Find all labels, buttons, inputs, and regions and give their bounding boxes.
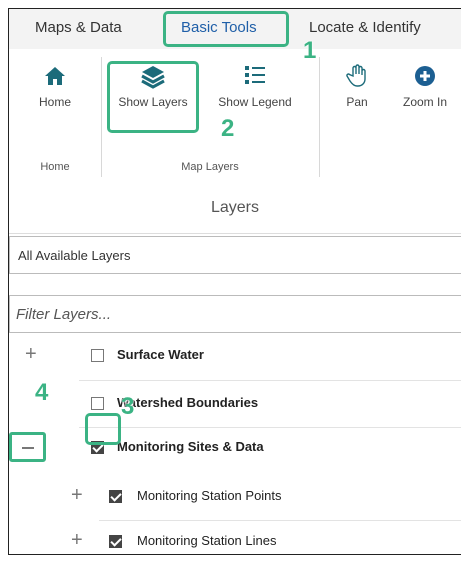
ribbon-toolbar: Home Home Show Layers Show Legend Map La…	[9, 49, 461, 184]
layer-label: Monitoring Station Points	[137, 488, 282, 503]
zoom-in-icon	[415, 66, 435, 86]
tab-maps-data[interactable]: Maps & Data	[35, 19, 122, 36]
pan-button[interactable]: Pan	[335, 61, 379, 109]
tree-row-surface-water: + Surface Water	[9, 333, 461, 379]
layers-icon	[141, 66, 165, 89]
pan-label: Pan	[346, 95, 368, 109]
expand-icon[interactable]: +	[71, 529, 83, 552]
filter-layers-input[interactable]: Filter Layers...	[9, 295, 461, 333]
ribbon-tab-bar: Maps & Data Basic Tools Locate & Identif…	[9, 9, 461, 49]
hand-icon	[346, 64, 366, 87]
tree-row-monitoring-sites: Monitoring Sites & Data	[9, 425, 461, 471]
home-button[interactable]: Home	[21, 61, 89, 109]
home-icon	[45, 67, 65, 85]
legend-icon	[245, 66, 265, 84]
show-layers-label: Show Layers	[118, 95, 188, 109]
layer-label: Watershed Boundaries	[117, 395, 259, 410]
layer-label: Monitoring Sites & Data	[117, 439, 264, 454]
tree-row-station-lines: + Monitoring Station Lines	[9, 519, 461, 554]
layer-checkbox[interactable]	[91, 397, 104, 410]
layer-label: Monitoring Station Lines	[137, 533, 277, 548]
layers-panel-title: Layers	[9, 183, 461, 233]
home-group: Home Home	[9, 57, 102, 177]
tab-basic-tools[interactable]: Basic Tools	[181, 19, 257, 36]
layer-checkbox-checked[interactable]	[91, 441, 104, 454]
layer-checkbox-checked[interactable]	[109, 490, 122, 503]
app-window: Maps & Data Basic Tools Locate & Identif…	[8, 8, 461, 555]
divider	[9, 233, 461, 234]
layer-label: Surface Water	[117, 347, 204, 362]
tree-row-watershed-boundaries: Watershed Boundaries	[9, 381, 461, 427]
show-legend-button[interactable]: Show Legend	[209, 61, 301, 109]
tab-locate-identify[interactable]: Locate & Identify	[309, 19, 421, 36]
layer-checkbox-checked[interactable]	[109, 535, 122, 548]
zoom-in-label: Zoom In	[402, 95, 447, 109]
map-layers-group: Show Layers Show Legend Map Layers	[101, 57, 320, 177]
show-layers-button[interactable]: Show Layers	[113, 61, 193, 109]
map-layers-group-label: Map Layers	[181, 161, 239, 173]
layer-checkbox[interactable]	[91, 349, 104, 362]
show-legend-label: Show Legend	[218, 95, 292, 109]
collapse-icon[interactable]	[9, 432, 46, 462]
expand-icon[interactable]: +	[25, 343, 37, 366]
home-group-label: Home	[40, 161, 70, 173]
expand-icon[interactable]: +	[71, 484, 83, 507]
layer-filter-select[interactable]: All Available Layers	[9, 236, 461, 274]
zoom-in-button[interactable]: Zoom In	[397, 61, 453, 109]
navigation-group: Pan Zoom In	[319, 57, 461, 177]
tree-row-station-points: + Monitoring Station Points	[9, 474, 461, 520]
home-button-label: Home	[38, 95, 71, 109]
